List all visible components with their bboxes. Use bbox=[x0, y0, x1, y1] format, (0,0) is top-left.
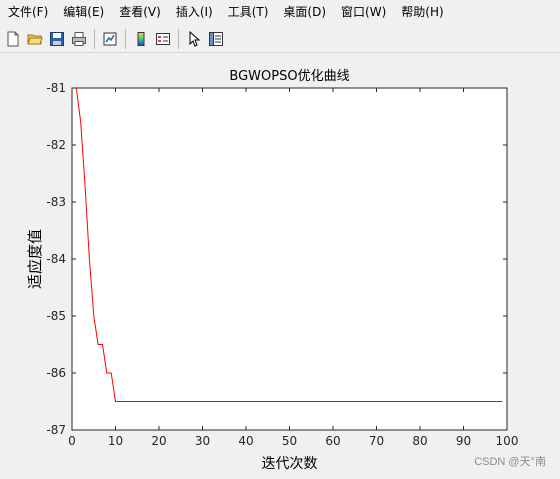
print-icon[interactable] bbox=[68, 28, 90, 50]
link-plot-icon[interactable] bbox=[99, 28, 121, 50]
y-tick-label: -85 bbox=[46, 309, 66, 323]
y-tick-label: -84 bbox=[46, 252, 66, 266]
menu-insert[interactable]: 插入(I) bbox=[168, 0, 220, 24]
menu-edit[interactable]: 编辑(E) bbox=[55, 0, 111, 24]
x-tick-label: 40 bbox=[238, 434, 253, 448]
watermark: CSDN @天°南 bbox=[474, 456, 546, 468]
figure-canvas: BGWOPSO优化曲线 迭代次数 适应度值 0 10 20 30 40 50 60 70 80 9… bbox=[0, 54, 560, 475]
insert-colorbar-icon[interactable] bbox=[130, 28, 152, 50]
toolbar-separator bbox=[125, 28, 126, 49]
new-file-icon[interactable] bbox=[2, 28, 24, 50]
menu-view[interactable]: 查看(V) bbox=[111, 0, 168, 24]
menu-tools[interactable]: 工具(T) bbox=[220, 0, 276, 24]
line-chart: BGWOPSO优化曲线 迭代次数 适应度值 0 10 20 30 40 50 60 70 80 9… bbox=[26, 69, 519, 472]
save-icon[interactable] bbox=[46, 28, 68, 50]
x-tick-label: 30 bbox=[195, 434, 210, 448]
x-tick-label: 90 bbox=[456, 434, 471, 448]
chart-title: BGWOPSO优化曲线 bbox=[229, 69, 349, 84]
y-tick-label: -83 bbox=[46, 195, 66, 209]
figure-toolbar bbox=[0, 25, 560, 53]
x-tick-label: 80 bbox=[412, 434, 427, 448]
x-tick-label: 100 bbox=[496, 434, 519, 448]
y-tick-label: -86 bbox=[46, 366, 66, 380]
toolbar-separator bbox=[94, 28, 95, 49]
y-tick-label: -81 bbox=[46, 81, 66, 95]
menu-desktop[interactable]: 桌面(D) bbox=[275, 0, 333, 24]
y-tick-label: -87 bbox=[46, 423, 66, 437]
x-tick-label: 0 bbox=[68, 434, 76, 448]
x-tick-label: 60 bbox=[325, 434, 340, 448]
y-axis-label: 适应度值 bbox=[26, 229, 44, 289]
toolbar-separator bbox=[178, 28, 179, 49]
x-tick-label: 10 bbox=[108, 434, 123, 448]
x-axis-label: 迭代次数 bbox=[262, 456, 318, 472]
menu-file[interactable]: 文件(F) bbox=[0, 0, 55, 24]
pointer-icon[interactable] bbox=[183, 28, 205, 50]
menu-window[interactable]: 窗口(W) bbox=[333, 0, 393, 24]
x-tick-label: 50 bbox=[282, 434, 297, 448]
menu-bar: 文件(F) 编辑(E) 查看(V) 插入(I) 工具(T) 桌面(D) 窗口(W… bbox=[0, 0, 560, 24]
y-tick-label: -82 bbox=[46, 138, 66, 152]
x-tick-label: 20 bbox=[151, 434, 166, 448]
open-folder-icon[interactable] bbox=[24, 28, 46, 50]
x-tick-label: 70 bbox=[369, 434, 384, 448]
insert-legend-icon[interactable] bbox=[152, 28, 174, 50]
property-editor-icon[interactable] bbox=[205, 28, 227, 50]
menu-help[interactable]: 帮助(H) bbox=[393, 0, 450, 24]
plot-area bbox=[71, 87, 508, 431]
